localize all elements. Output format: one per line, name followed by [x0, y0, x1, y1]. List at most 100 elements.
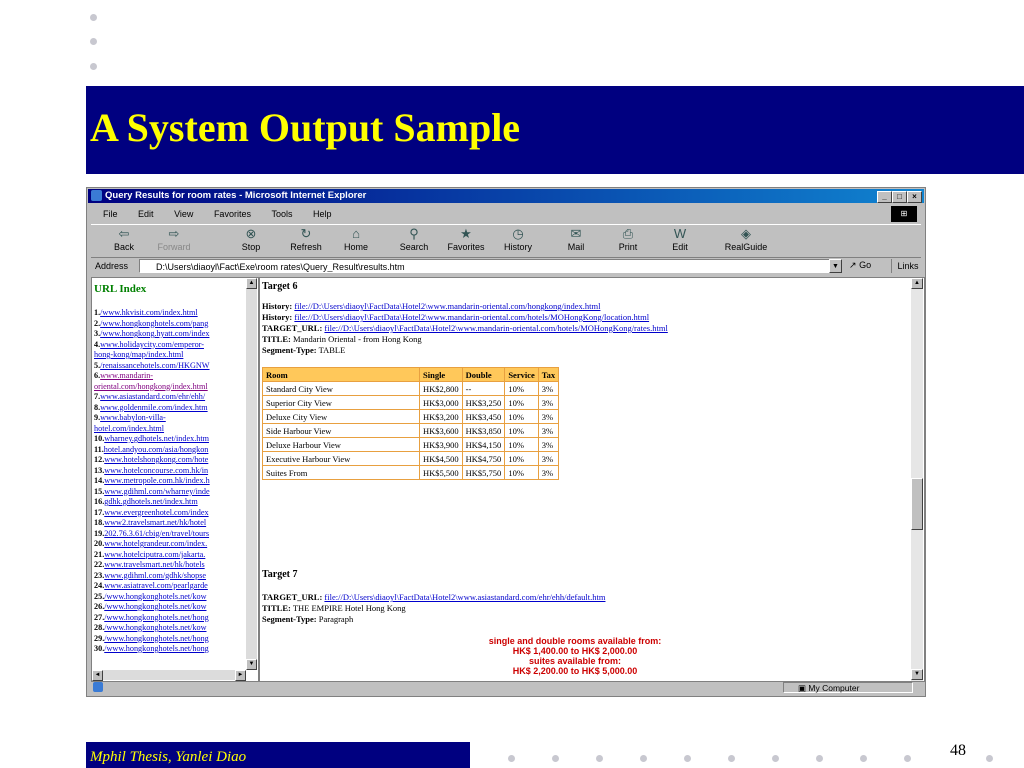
url-link[interactable]: /www.hongkonghotels.net/hong — [104, 634, 209, 643]
table-cell: -- — [461, 381, 506, 396]
browser-window: Query Results for room rates - Microsoft… — [86, 187, 926, 697]
stop-button[interactable]: ⊗ Stop — [226, 226, 276, 253]
url-link[interactable]: www.hotelshongkong.com/hote — [104, 455, 208, 464]
scroll-down-icon[interactable]: ▼ — [246, 659, 257, 670]
stop-icon: ⊗ — [245, 226, 257, 241]
links-button[interactable]: Links — [891, 259, 924, 273]
url-link[interactable]: /www.hongkong.hyatt.com/index — [100, 329, 209, 338]
scroll-up-icon[interactable]: ▲ — [246, 278, 257, 289]
back-button[interactable]: ⇦ Back — [99, 227, 149, 253]
url-link[interactable]: /www.hongkonghotels.net/kow — [104, 623, 206, 632]
url-index-item: 27./www.hongkonghotels.net/hong — [94, 612, 209, 622]
windows-logo-icon: ⊞ — [891, 206, 917, 222]
target6-url-link[interactable]: file://D:\Users\diaoyl\FactData\Hotel2\w… — [324, 323, 667, 333]
realguide-button[interactable]: ◈ RealGuide — [721, 227, 771, 253]
url-link[interactable]: /www.hongkonghotels.net/kow — [104, 592, 206, 601]
scroll-thumb[interactable] — [911, 478, 923, 530]
edit-button[interactable]: W Edit — [655, 226, 705, 253]
url-link[interactable]: www.gdihml.com/gdhk/shopse — [104, 571, 206, 580]
url-link[interactable]: hotel.com/index.html — [94, 424, 164, 433]
scroll-left-icon[interactable]: ◄ — [92, 670, 103, 681]
url-link[interactable]: /renaissancehotels.com/HKGNW — [100, 361, 209, 370]
url-link[interactable]: www.hotelconcourse.com.hk/in — [104, 466, 208, 475]
home-button[interactable]: ⌂ Home — [331, 227, 381, 253]
url-link[interactable]: www.hotelciputra.com/jakarta. — [104, 550, 205, 559]
menu-help[interactable]: Help — [313, 206, 332, 222]
url-link[interactable]: www.metropole.com.hk/index.h — [104, 476, 209, 485]
history1-link[interactable]: file://D:\Users\diaoyl\FactData\Hotel2\w… — [294, 301, 600, 311]
url-link[interactable]: www.goldenmile.com/index.htm — [100, 403, 207, 412]
menu-tools[interactable]: Tools — [271, 206, 292, 222]
bullet-dot — [684, 755, 691, 762]
url-link[interactable]: wharney.gdhotels.net/index.htm — [104, 434, 209, 443]
scroll-up-icon[interactable]: ▲ — [911, 278, 923, 289]
url-index-item: 15.www.gdihml.com/wharney/inde — [94, 486, 210, 496]
url-link[interactable]: 202.76.3.61/cbig/en/travel/tours — [104, 529, 209, 538]
favorites-button[interactable]: ★ Favorites — [441, 226, 491, 253]
table-cell: HK$4,150 — [461, 437, 506, 452]
url-index-item: 19.202.76.3.61/cbig/en/travel/tours — [94, 528, 210, 538]
url-index-item: 3./www.hongkong.hyatt.com/index — [94, 329, 210, 338]
table-cell: 10% — [504, 409, 539, 424]
print-button[interactable]: ⎙ Print — [603, 226, 653, 253]
close-button[interactable]: × — [907, 191, 922, 203]
menu-file[interactable]: File — [103, 206, 118, 222]
url-link[interactable]: /www.hongkonghotels.net/kow — [104, 602, 206, 611]
url-link[interactable]: hong-kong/map/index.html — [94, 350, 183, 359]
print-icon: ⎙ — [622, 226, 634, 241]
url-link[interactable]: /www.hongkonghotels.com/pang — [100, 319, 208, 328]
table-cell: HK$2,800 — [419, 381, 463, 396]
url-link[interactable]: /www.hkvisit.com/index.html — [100, 308, 198, 317]
url-index-item: 12.www.hotelshongkong.com/hote — [94, 455, 209, 464]
table-cell: Suites From — [262, 465, 420, 480]
left-horizontal-scrollbar[interactable]: ◄ ► — [92, 670, 246, 681]
menu-edit[interactable]: Edit — [138, 206, 154, 222]
url-link[interactable]: www2.travelsmart.net/hk/hotel — [104, 518, 206, 527]
menu-view[interactable]: View — [174, 206, 193, 222]
url-link[interactable]: www.gdihml.com/wharney/inde — [104, 487, 209, 496]
url-link[interactable]: /www.hongkonghotels.net/hong — [104, 613, 209, 622]
history-button[interactable]: ◷ History — [493, 227, 543, 253]
scroll-down-icon[interactable]: ▼ — [911, 669, 923, 680]
url-link[interactable]: oriental.com/hongkong/index.html — [94, 382, 208, 391]
maximize-button[interactable]: □ — [892, 191, 907, 203]
status-bar: ▣ My Computer — [91, 682, 921, 694]
url-index-item: 16.gdhk.gdhotels.net/index.htm — [94, 497, 198, 506]
forward-button[interactable]: ⇨ Forward — [149, 227, 199, 253]
scroll-right-icon[interactable]: ► — [235, 670, 246, 681]
table-cell: Deluxe Harbour View — [262, 437, 420, 452]
url-link[interactable]: gdhk.gdhotels.net/index.htm — [104, 497, 197, 506]
url-link[interactable]: www.travelsmart.net/hk/hotels — [104, 560, 204, 569]
url-link[interactable]: www.mandarin- — [100, 371, 153, 380]
left-vertical-scrollbar[interactable]: ▲ ▼ — [246, 278, 257, 670]
url-index-list: 1./www.hkvisit.com/index.html 2./www.hong… — [94, 308, 244, 655]
url-index-item: 4.www.holidaycity.com/emperor- — [94, 339, 204, 349]
target7-url-link[interactable]: file://D:\Users\diaoyl\FactData\Hotel2\w… — [324, 592, 605, 602]
table-cell: 3% — [537, 451, 560, 466]
url-link[interactable]: www.asiastandard.com/ehr/ehh/ — [100, 392, 205, 401]
mail-button[interactable]: ✉ Mail — [551, 227, 601, 253]
url-link[interactable]: www.babylon-villa- — [100, 413, 166, 422]
right-vertical-scrollbar[interactable]: ▲ ▼ — [911, 278, 923, 681]
table-cell: 3% — [537, 423, 560, 438]
toolbar: ⇦ Back ⇨ Forward ⊗ Stop ↻ Refresh ⌂ Home ⚲ Sea… — [91, 224, 921, 258]
bullet-dot — [90, 63, 97, 70]
url-link[interactable]: hotel.andyou.com/asia/hongkon — [104, 445, 209, 454]
edit-icon: W — [673, 226, 687, 241]
go-button[interactable]: ↗ Go — [849, 260, 871, 271]
url-index-item: 11.hotel.andyou.com/asia/hongkon — [94, 444, 209, 454]
target6-title: TITLE: Mandarin Oriental - from Hong Kon… — [262, 334, 422, 344]
url-link[interactable]: /www.hongkonghotels.net/hong — [104, 644, 209, 653]
url-link[interactable]: www.holidaycity.com/emperor- — [100, 340, 204, 349]
address-dropdown-icon[interactable]: ▼ — [829, 259, 842, 273]
favorites-icon: ★ — [460, 226, 472, 241]
menu-favorites[interactable]: Favorites — [214, 206, 251, 222]
search-button[interactable]: ⚲ Search — [389, 227, 439, 253]
url-link[interactable]: www.asiatravel.com/pearlgarde — [104, 581, 208, 590]
minimize-button[interactable]: _ — [877, 191, 892, 203]
url-link[interactable]: www.evergreenhotel.com/index — [104, 508, 208, 517]
address-input[interactable]: D:\Users\diaoyl\Fact\Exe\room rates\Quer… — [139, 259, 831, 273]
url-link[interactable]: www.hotelgrandeur.com/index. — [104, 539, 207, 548]
history2-link[interactable]: file://D:\Users\diaoyl\FactData\Hotel2\w… — [294, 312, 649, 322]
refresh-button[interactable]: ↻ Refresh — [281, 227, 331, 253]
